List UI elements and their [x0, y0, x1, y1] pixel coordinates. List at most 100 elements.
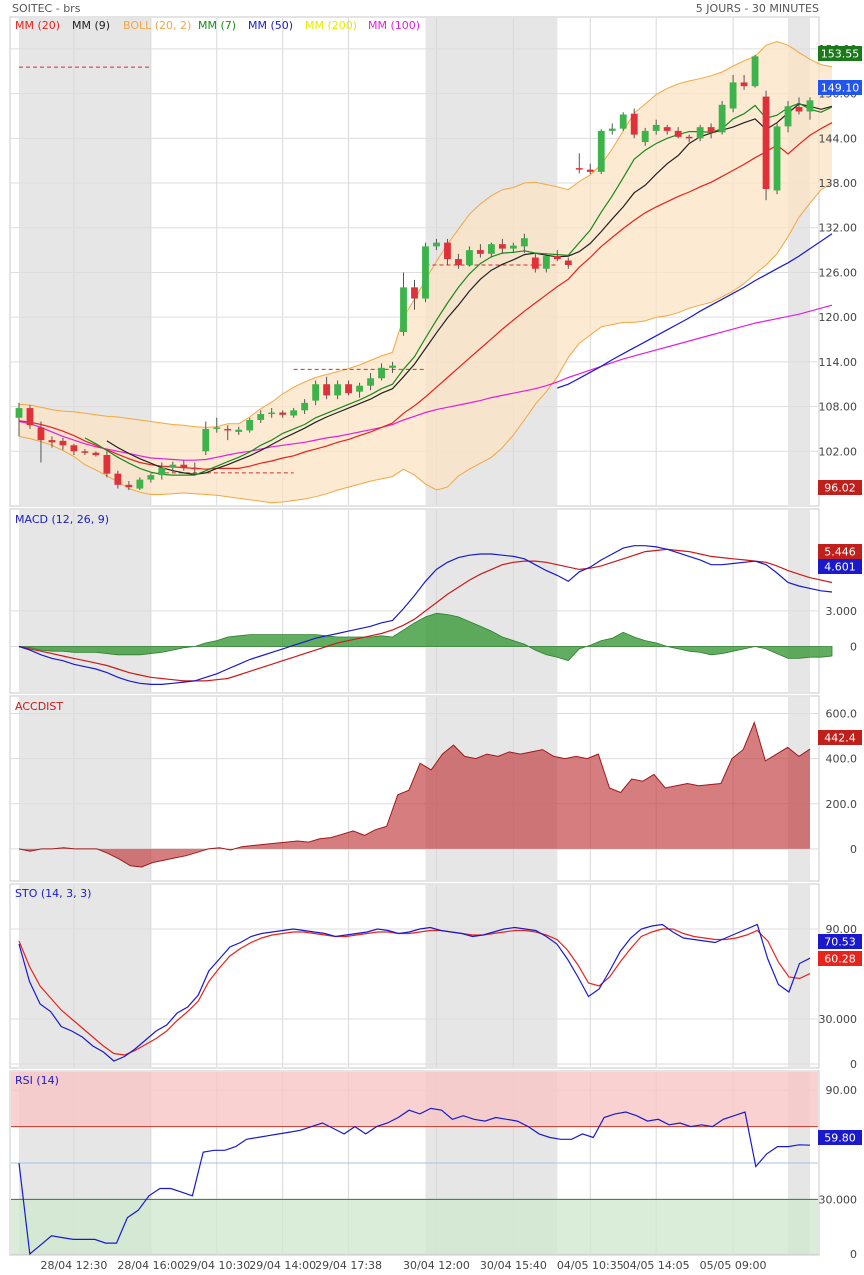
candle-body-5 — [70, 445, 78, 452]
x-label-7: 04/05 10:35 — [557, 1259, 624, 1272]
candle-body-34 — [389, 365, 396, 368]
price-low-badge-text: 96.02 — [824, 482, 856, 495]
price-ytick-4: 132.00 — [819, 222, 858, 235]
candle-body-33 — [378, 367, 385, 379]
candle-body-62 — [696, 127, 704, 139]
x-label-2: 29/04 10:30 — [183, 1259, 250, 1272]
candle-body-50 — [564, 260, 572, 265]
candle-64 — [718, 101, 726, 135]
x-label-4: 29/04 17:38 — [315, 1259, 382, 1272]
candle-body-30 — [345, 384, 352, 394]
price-ytick-9: 102.00 — [819, 445, 858, 458]
candle-body-58 — [652, 124, 660, 131]
candle-body-29 — [334, 384, 342, 396]
accdist-title: ACCDIST — [15, 700, 63, 713]
price-ytick-5: 126.00 — [819, 266, 858, 279]
candle-body-37 — [422, 246, 429, 299]
shade-macd-2 — [788, 510, 810, 692]
candle-body-43 — [487, 244, 495, 254]
candle-body-1 — [26, 408, 34, 426]
candle-body-40 — [455, 259, 462, 265]
candle-body-6 — [81, 451, 89, 453]
candle-body-12 — [147, 475, 155, 480]
candle-body-55 — [619, 114, 627, 129]
candle-body-47 — [531, 257, 539, 269]
candle-body-57 — [641, 130, 649, 143]
candle-body-24 — [279, 412, 287, 415]
candle-body-26 — [301, 402, 309, 411]
shade-macd-0 — [19, 510, 151, 692]
x-label-9: 05/05 09:00 — [700, 1259, 767, 1272]
candle-68 — [762, 90, 770, 201]
candle-body-28 — [323, 384, 331, 396]
x-label-1: 28/04 16:00 — [117, 1259, 184, 1272]
candle-body-25 — [290, 410, 298, 416]
candle-body-35 — [400, 287, 407, 333]
legend-ma7: MM (7) — [198, 19, 236, 32]
candle-body-0 — [15, 408, 23, 418]
candle-body-14 — [169, 464, 177, 468]
technical-chart: SOITEC - brs 5 JOURS - 30 MINUTES 156.00… — [0, 0, 864, 1275]
candle-body-32 — [367, 378, 374, 386]
rsi-ytick-0: 90.00 — [826, 1084, 858, 1097]
candle-body-70 — [784, 106, 792, 127]
x-label-0: 28/04 12:30 — [40, 1259, 107, 1272]
candle-body-54 — [608, 128, 616, 131]
sto-ytick-1: 30.000 — [819, 1013, 858, 1026]
sto-d-badge-text: 60.28 — [824, 953, 856, 966]
candle-body-42 — [477, 250, 484, 254]
accdist-ytick-2: 200.0 — [826, 798, 858, 811]
price-close-badge-text: 149.10 — [821, 82, 860, 95]
accdist-badge-text: 442.4 — [824, 732, 856, 745]
x-label-3: 29/04 14:00 — [249, 1259, 316, 1272]
shade-sto-2 — [788, 885, 810, 1067]
candle-body-44 — [498, 244, 506, 249]
candle-body-59 — [663, 127, 671, 131]
legend-ma20: MM (20) — [15, 19, 60, 32]
candle-body-2 — [37, 427, 45, 441]
candle-body-53 — [597, 130, 605, 172]
candle-body-8 — [103, 455, 111, 474]
rsi-title: RSI (14) — [15, 1074, 59, 1087]
price-ytick-3: 138.00 — [819, 177, 858, 190]
x-label-6: 30/04 15:40 — [480, 1259, 547, 1272]
instrument-title: SOITEC - brs — [12, 2, 81, 15]
accdist-ytick-0: 600.0 — [826, 708, 858, 721]
macd-signal-badge-text: 5.446 — [824, 546, 856, 559]
macd-signal-badge: 5.446 — [818, 544, 862, 559]
candle-37 — [422, 242, 429, 303]
candle-body-16 — [191, 467, 199, 470]
rsi-badge: 59.80 — [818, 1130, 862, 1145]
macd-value-badge-text: 4.601 — [824, 561, 856, 574]
rsi-oversold-zone — [11, 1199, 818, 1254]
candle-body-21 — [246, 419, 254, 431]
candle-body-31 — [356, 385, 363, 392]
price-high-badge: 153.55 — [818, 46, 862, 61]
candle-53 — [597, 129, 605, 175]
rsi-overbought-zone — [11, 1072, 818, 1127]
shade-macd-1 — [425, 510, 558, 692]
candle-67 — [751, 54, 759, 88]
candle-body-48 — [542, 256, 550, 269]
candle-body-61 — [685, 136, 693, 139]
sto-k-badge: 70.53 — [818, 934, 862, 949]
legend-ma100: MM (100) — [368, 19, 420, 32]
candle-body-13 — [158, 467, 166, 476]
candle-body-9 — [114, 473, 122, 485]
candle-body-72 — [806, 100, 814, 112]
candle-55 — [619, 112, 627, 131]
candle-body-7 — [92, 452, 100, 456]
accdist-badge: 442.4 — [818, 730, 862, 745]
macd-ytick-1: 0 — [850, 641, 857, 654]
candle-body-45 — [509, 245, 517, 249]
legend-ma50: MM (50) — [248, 19, 293, 32]
candle-body-18 — [213, 427, 221, 429]
candle-body-67 — [751, 56, 759, 87]
candle-8 — [103, 451, 111, 478]
price-ytick-6: 120.00 — [819, 311, 858, 324]
price-low-badge: 96.02 — [818, 480, 862, 495]
candle-69 — [773, 123, 781, 195]
accdist-ytick-3: 0 — [850, 843, 857, 856]
candle-body-64 — [718, 104, 726, 133]
candle-body-27 — [312, 384, 320, 401]
